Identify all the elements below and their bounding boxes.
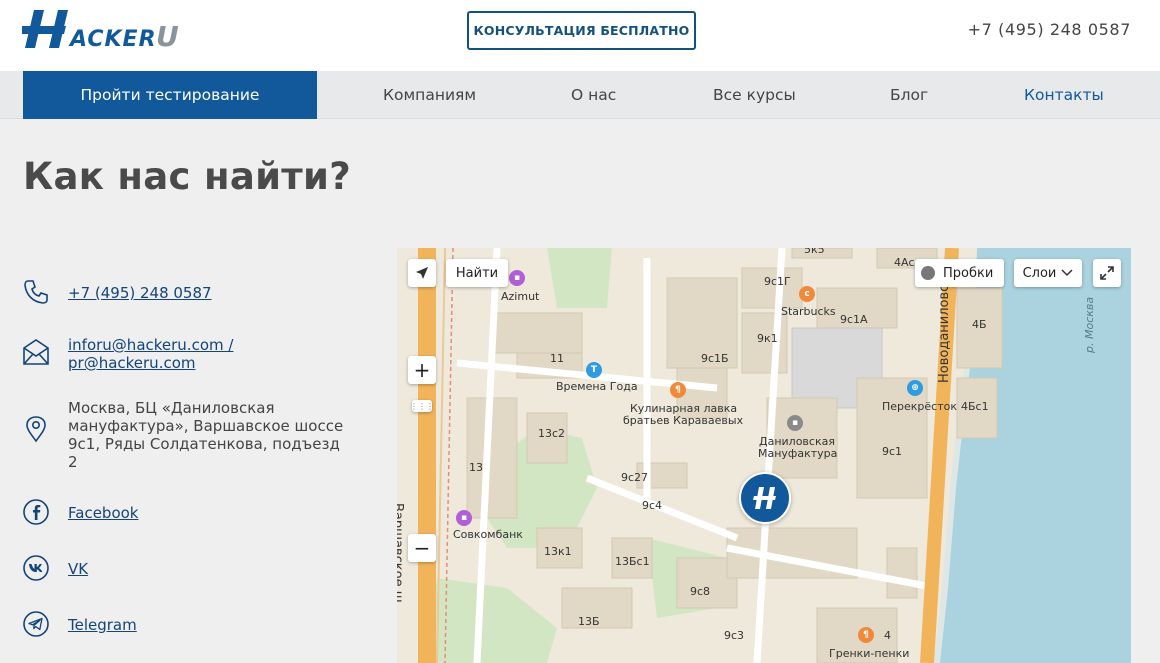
nav-item-about[interactable]: О нас (571, 71, 616, 119)
location-pin-icon (26, 416, 46, 443)
map-label-starbucks: Starbucks (781, 305, 836, 318)
nav-item-blog[interactable]: Блог (890, 71, 928, 119)
map-building-9s8: 9с8 (690, 585, 711, 598)
map-label-kulinarnaya-2: братьев Караваевых (623, 414, 744, 427)
hackeru-map-marker[interactable] (739, 472, 791, 524)
zoom-in-button[interactable]: + (408, 356, 436, 384)
map-building-4: 4 (884, 629, 891, 642)
map-building-4as: 4Ас (894, 256, 915, 269)
map[interactable]: Azimut Времена Года Кулинарная лавка бра… (397, 248, 1131, 663)
zoom-slider-handle[interactable]: ⋮⋮⋮ (410, 400, 434, 412)
map-building-9s1a: 9с1А (840, 313, 868, 326)
cafe-icon[interactable]: c (799, 286, 815, 302)
logo[interactable]: ACKER U (22, 8, 187, 52)
map-building-13k1: 13к1 (544, 545, 572, 558)
poi-shop-icon[interactable]: T (586, 362, 602, 378)
map-building-9s4: 9с4 (642, 499, 663, 512)
contact-telegram: Telegram (22, 610, 137, 638)
map-label-danilovskaya-2: Мануфактура (758, 447, 838, 460)
restaurant-icon-2[interactable]: ¶ (858, 627, 874, 643)
map-label-grenki: Гренки-пенки (829, 647, 910, 660)
vk-link[interactable]: VK (68, 560, 88, 578)
nav-take-test[interactable]: Пройти тестирование (23, 71, 317, 119)
telegram-link[interactable]: Telegram (68, 616, 137, 634)
contact-address: Москва, БЦ «Даниловская мануфактура», Ва… (22, 399, 343, 471)
map-label-varshavskoe: Варшавское ш. (397, 503, 405, 607)
map-label-river: р. Москва (1083, 296, 1096, 353)
free-consultation-button[interactable]: КОНСУЛЬТАЦИЯ БЕСПЛАТНО (467, 11, 696, 50)
phone-icon (24, 280, 48, 304)
address-line-4: 2 (68, 453, 78, 471)
business-center-icon[interactable]: ▪ (787, 415, 803, 431)
map-building-13: 13 (469, 461, 483, 474)
bank-icon[interactable]: ▪ (456, 510, 472, 526)
map-building-9s1g: 9с1Г (764, 275, 791, 288)
nav-item-companies[interactable]: Компаниям (383, 71, 476, 119)
map-building-9s27: 9с27 (621, 471, 649, 484)
map-building-13s2: 13с2 (538, 427, 566, 440)
map-building-4b1: 4Бс1 (961, 400, 989, 413)
header: ACKER U КОНСУЛЬТАЦИЯ БЕСПЛАТНО +7 (495) … (0, 0, 1160, 71)
traffic-label: Пробки (943, 265, 994, 281)
map-building-4b: 4Б (972, 318, 987, 331)
map-building-9s1b: 9с1Б (701, 352, 729, 365)
map-building-11: 11 (550, 352, 564, 365)
location-arrow-icon (416, 267, 428, 279)
hotel-icon[interactable]: ▪ (509, 270, 525, 286)
main-nav: Пройти тестирование Компаниям О нас Все … (0, 71, 1160, 119)
hackeru-logo-icon (753, 487, 776, 509)
map-search-button[interactable]: Найти (446, 259, 508, 287)
vk-icon (23, 555, 49, 581)
page-title: Как нас найти? (23, 155, 352, 198)
map-label-perekrestok: Перекрёсток (882, 400, 958, 413)
map-building-9s1: 9с1 (882, 445, 903, 458)
header-phone[interactable]: +7 (495) 248 0587 (968, 20, 1131, 39)
expand-icon (1100, 266, 1114, 280)
address-line-3: 9с1, Ряды Солдатенкова, подъезд (68, 435, 340, 453)
map-building-9s3: 9с3 (724, 629, 745, 642)
email-link-info[interactable]: inforu@hackeru.com / (68, 336, 233, 354)
restaurant-icon[interactable]: ¶ (670, 382, 686, 398)
nav-item-all-courses[interactable]: Все курсы (713, 71, 796, 119)
map-building-5k5: 5к5 (804, 248, 825, 256)
address-line-1: Москва, БЦ «Даниловская (68, 399, 275, 417)
map-building-9k1: 9к1 (757, 332, 778, 345)
map-label-sovkombank: Совкомбанк (453, 528, 523, 541)
contact-email: inforu@hackeru.com / pr@hackeru.com (22, 336, 233, 372)
contact-vk: VK (22, 554, 88, 582)
map-building-13b1: 13Бс1 (615, 555, 650, 568)
supermarket-icon[interactable]: ⊕ (907, 380, 923, 396)
email-link-pr[interactable]: pr@hackeru.com (68, 354, 233, 372)
map-label-azimut: Azimut (501, 290, 540, 303)
address-line-2: мануфактура», Варшавское шоссе (68, 417, 344, 435)
contact-phone: +7 (495) 248 0587 (22, 278, 212, 306)
map-label-vremena-goda: Времена Года (556, 380, 638, 393)
map-building-13b: 13Б (578, 615, 600, 628)
traffic-button[interactable]: Пробки (915, 259, 1004, 287)
telegram-icon (23, 611, 49, 637)
chevron-down-icon (1061, 269, 1073, 277)
svg-text:ACKER: ACKER (68, 27, 157, 52)
phone-link[interactable]: +7 (495) 248 0587 (68, 284, 212, 302)
fullscreen-button[interactable] (1093, 259, 1121, 287)
facebook-link[interactable]: Facebook (68, 504, 138, 522)
traffic-icon (921, 266, 935, 280)
layers-button[interactable]: Слои (1014, 259, 1082, 287)
svg-text:U: U (156, 20, 179, 52)
mail-icon (23, 339, 49, 365)
zoom-out-button[interactable]: − (408, 534, 436, 562)
facebook-icon (23, 499, 49, 525)
contact-facebook: Facebook (22, 498, 138, 526)
nav-item-contacts[interactable]: Контакты (1024, 71, 1104, 119)
layers-label: Слои (1022, 265, 1057, 281)
geolocation-button[interactable] (408, 259, 436, 287)
